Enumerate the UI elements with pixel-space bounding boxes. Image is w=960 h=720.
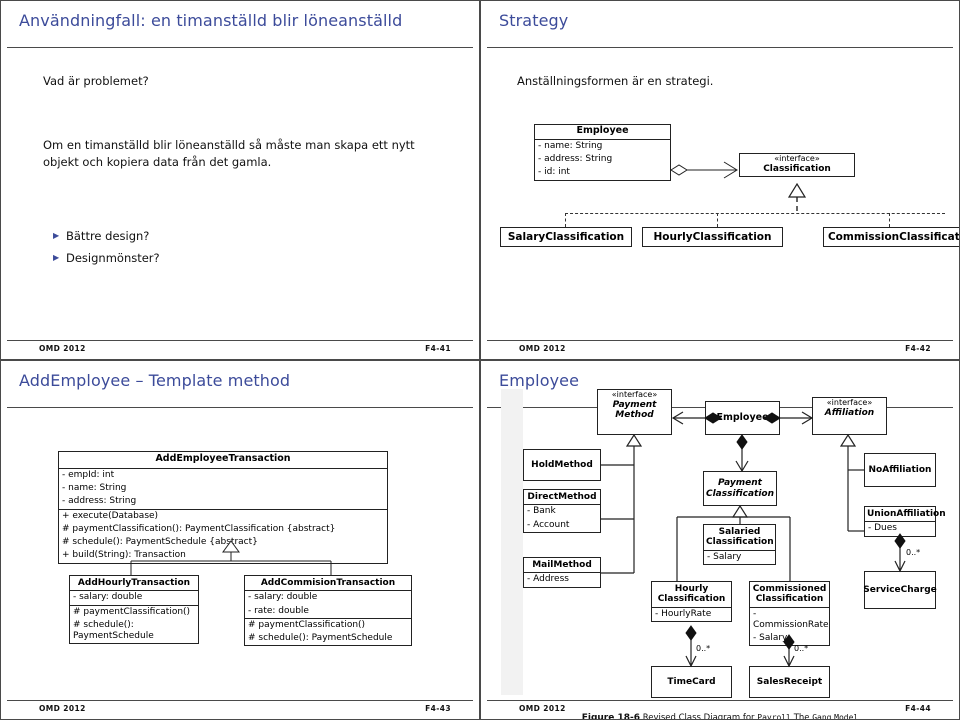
class-operation: # paymentClassification() xyxy=(248,619,366,630)
class-operation: # paymentClassification() xyxy=(73,606,191,617)
footer-divider xyxy=(487,700,953,701)
figure-caption-code3: Model xyxy=(834,713,859,720)
footer-page-number: F4-44 xyxy=(905,704,931,713)
footer-divider xyxy=(487,340,953,341)
class-name: AddHourlyTransaction xyxy=(77,578,191,588)
footer-page-number: F4-41 xyxy=(425,344,451,353)
uml-class-addcommisiontransaction: AddCommisionTransaction - salary: double… xyxy=(244,575,412,647)
slide-addemployee: AddEmployee – Template method AddEmploye… xyxy=(0,360,480,720)
figure-caption: Figure 18-6 Revised Class Diagram for Pa… xyxy=(481,713,959,720)
realization-drop-1 xyxy=(717,213,718,227)
slide-usecase: Användningfall: en timanställd blir löne… xyxy=(0,0,480,360)
footer-page-number: F4-43 xyxy=(425,704,451,713)
class-name: HourlyClassification xyxy=(653,231,772,243)
uml-class-commission-classification: CommissionClassification xyxy=(823,227,960,248)
bullet-label: Bättre design? xyxy=(66,229,150,243)
footer-divider xyxy=(7,340,473,341)
class-attribute: - salary: double xyxy=(73,592,143,603)
slide-employee: Employee «interface» Payment Method Emplo… xyxy=(480,360,960,720)
employee-diagram-connectors xyxy=(601,411,906,668)
paragraph-question: Vad är problemet? xyxy=(43,74,149,88)
paragraph-explanation: Om en timanställd blir löneanställd så m… xyxy=(43,138,415,169)
figure-caption-text: Revised Class Diagram for xyxy=(642,713,755,720)
strategy-connectors xyxy=(670,161,807,213)
triangle-bullet-icon: ▶ xyxy=(53,253,60,262)
slide-strategy: Strategy Anställningsformen är en strate… xyxy=(480,0,960,360)
bullet-item-0: ▶ Bättre design? xyxy=(53,229,149,243)
bullet-label: Designmönster? xyxy=(66,251,160,265)
class-operation: # schedule(): PaymentSchedule xyxy=(73,619,154,642)
footer-course: OMD 2012 xyxy=(519,344,566,353)
class-attribute: - salary: double xyxy=(248,592,318,603)
page-title: Användningfall: en timanställd blir löne… xyxy=(19,11,403,30)
bullet-item-1: ▶ Designmönster? xyxy=(53,251,160,265)
footer-page-number: F4-42 xyxy=(905,344,931,353)
figure-caption-text2: The xyxy=(793,713,810,720)
uml-class-addhourlytransaction: AddHourlyTransaction - salary: double # … xyxy=(69,575,199,645)
slide-sheet: Användningfall: en timanställd blir löne… xyxy=(0,0,960,720)
footer-divider xyxy=(7,700,473,701)
title-divider xyxy=(7,47,473,48)
inheritance-connectors xyxy=(130,540,332,575)
uml-class-salary-classification: SalaryClassification xyxy=(500,227,632,248)
figure-caption-code2: Gang xyxy=(812,713,832,720)
footer-course: OMD 2012 xyxy=(519,704,566,713)
class-attribute: - rate: double xyxy=(248,605,309,616)
realization-drop-2 xyxy=(889,213,890,227)
figure-caption-code: Payroll xyxy=(757,713,791,720)
class-name: AddCommisionTransaction xyxy=(260,578,396,588)
footer-course: OMD 2012 xyxy=(39,344,86,353)
uml-class-hourly-classification: HourlyClassification xyxy=(642,227,783,248)
triangle-bullet-icon: ▶ xyxy=(53,231,60,240)
class-name: SalaryClassification xyxy=(507,231,625,243)
realization-drop-0 xyxy=(565,213,566,227)
figure-number: Figure 18-6 xyxy=(581,713,640,720)
realization-bus xyxy=(565,213,945,214)
class-name: CommissionClassification xyxy=(827,231,960,243)
footer-course: OMD 2012 xyxy=(39,704,86,713)
class-operation: # schedule(): PaymentSchedule xyxy=(248,633,393,644)
